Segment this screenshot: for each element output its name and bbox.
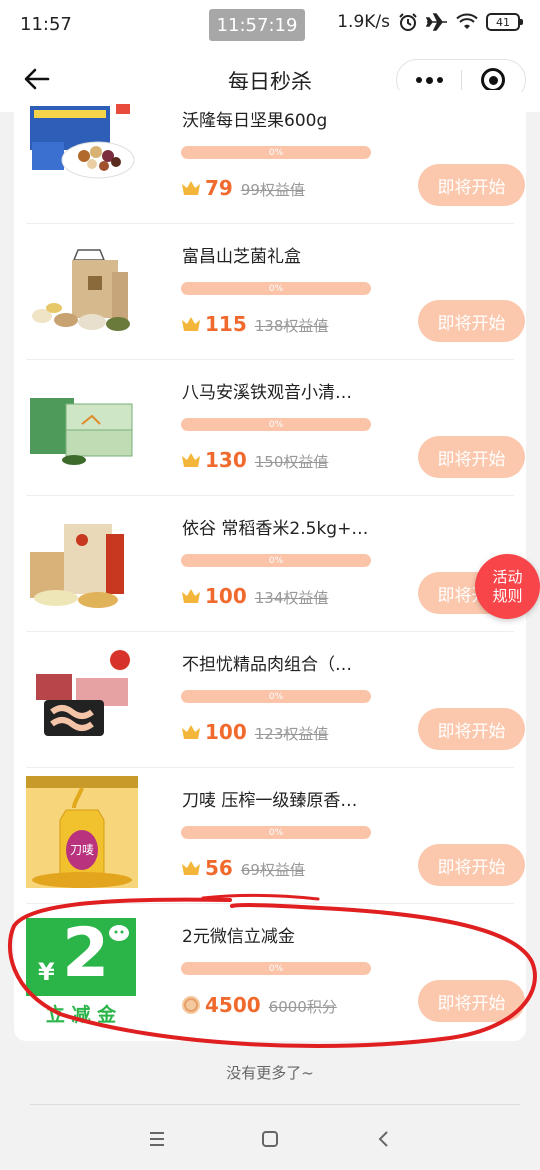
progress-bar: 0% (181, 690, 371, 703)
alarm-icon (399, 13, 417, 31)
list-item[interactable]: 依谷 常稻香米2.5kg+… 0% 100 134权益值 即将开始 (26, 496, 525, 632)
coming-soon-button[interactable]: 即将开始 (418, 436, 525, 478)
menu-icon[interactable] (143, 1125, 171, 1153)
product-name: 依谷 常稻香米2.5kg+… (182, 519, 369, 539)
progress-bar: 0% (181, 554, 371, 567)
list-item[interactable]: 刀唛 刀唛 压榨一级臻原香… 0% 56 69权益值 即将开始 (26, 768, 525, 904)
progress-bar: 0% (181, 418, 371, 431)
product-image-tea (30, 398, 133, 465)
sale-price: 4500 (205, 993, 261, 1017)
crown-icon (182, 725, 200, 739)
coupon-yen: ¥ (38, 958, 55, 986)
list-item[interactable]: 富昌山芝菌礼盒 0% 115 138权益值 即将开始 (26, 224, 525, 360)
coming-soon-button[interactable]: 即将开始 (418, 300, 525, 342)
coin-icon (182, 996, 200, 1014)
crown-icon (182, 589, 200, 603)
system-nav-bar (0, 1108, 540, 1170)
sale-price: 115 (205, 312, 247, 336)
activity-rules-button[interactable]: 活动 规则 (475, 554, 540, 619)
coming-soon-button[interactable]: 即将开始 (418, 708, 525, 750)
sale-price: 56 (205, 856, 233, 880)
status-icons: 1.9K/s 41 (337, 12, 523, 32)
original-price: 150权益值 (254, 453, 329, 471)
original-price: 138权益值 (254, 317, 329, 335)
product-name: 刀唛 压榨一级臻原香… (182, 791, 358, 811)
product-image-mushroom (32, 249, 130, 331)
coming-soon-button[interactable]: 即将开始 (418, 164, 525, 206)
product-image-nuts (30, 104, 135, 179)
battery-icon: 41 (486, 13, 523, 31)
wechat-icon (109, 925, 129, 941)
home-icon[interactable] (256, 1125, 284, 1153)
price-row: 79 99权益值 (181, 176, 305, 200)
list-item[interactable]: 八马安溪铁观音小清… 0% 130 150权益值 即将开始 (26, 360, 525, 496)
crown-icon (182, 453, 200, 467)
status-bar: 11:57 11:57:19 1.9K/s 41 (0, 0, 540, 50)
sale-price: 79 (205, 176, 233, 200)
nav-divider (30, 1104, 520, 1105)
no-more-text: 没有更多了~ (226, 1064, 314, 1082)
product-name: 沃隆每日坚果600g (182, 111, 328, 131)
product-image-oil: 刀唛 (26, 776, 138, 888)
net-speed: 1.9K/s (337, 12, 390, 32)
price-row: 100 123权益值 (181, 720, 328, 744)
price-row: 56 69权益值 (181, 856, 305, 880)
list-item[interactable]: 不担忧精品肉组合（… 0% 100 123权益值 即将开始 (26, 632, 525, 768)
product-name: 富昌山芝菌礼盒 (182, 247, 301, 267)
product-image-meat (36, 650, 130, 736)
price-row: 4500 6000积分 (181, 992, 337, 1017)
original-price: 6000积分 (268, 998, 337, 1016)
crown-icon (182, 317, 200, 331)
product-name: 2元微信立减金 (182, 927, 295, 947)
product-name: 不担忧精品肉组合（… (182, 655, 352, 675)
progress-bar: 0% (181, 282, 371, 295)
coming-soon-button[interactable]: 即将开始 (418, 844, 525, 886)
status-center-time: 11:57:19 (209, 9, 305, 41)
progress-bar: 0% (181, 826, 371, 839)
product-image-rice (30, 524, 124, 608)
list-item[interactable]: 沃隆每日坚果600g 0% 79 99权益值 即将开始 (26, 90, 525, 224)
svg-text:刀唛: 刀唛 (70, 843, 94, 857)
back-icon[interactable] (369, 1125, 397, 1153)
coming-soon-button[interactable]: 即将开始 (418, 980, 525, 1022)
crown-icon (182, 181, 200, 195)
product-name: 八马安溪铁观音小清… (182, 383, 352, 403)
wifi-icon (456, 13, 478, 29)
price-row: 130 150权益值 (181, 448, 328, 472)
price-row: 115 138权益值 (181, 312, 328, 336)
progress-bar: 0% (181, 962, 371, 975)
coupon-amount: 2 (62, 914, 110, 993)
original-price: 123权益值 (254, 725, 329, 743)
coupon-caption: 立 减 金 (45, 1004, 117, 1026)
price-row: 100 134权益值 (181, 584, 328, 608)
status-time: 11:57 (20, 14, 72, 35)
original-price: 99权益值 (240, 181, 305, 199)
airplane-icon (426, 13, 447, 31)
list-item[interactable]: ¥ 2 立 减 金 2元微信立减金 0% 4500 6000积分 即将开始 (26, 904, 525, 1040)
progress-bar: 0% (181, 146, 371, 159)
crown-icon (182, 861, 200, 875)
original-price: 134权益值 (254, 589, 329, 607)
sale-price: 130 (205, 448, 247, 472)
original-price: 69权益值 (240, 861, 305, 879)
sale-price: 100 (205, 720, 247, 744)
product-image-wechat-coupon: ¥ 2 立 减 金 (26, 914, 136, 1028)
product-list: 沃隆每日坚果600g 0% 79 99权益值 即将开始 富昌山芝菌礼盒 0% 1… (14, 90, 526, 1041)
sale-price: 100 (205, 584, 247, 608)
